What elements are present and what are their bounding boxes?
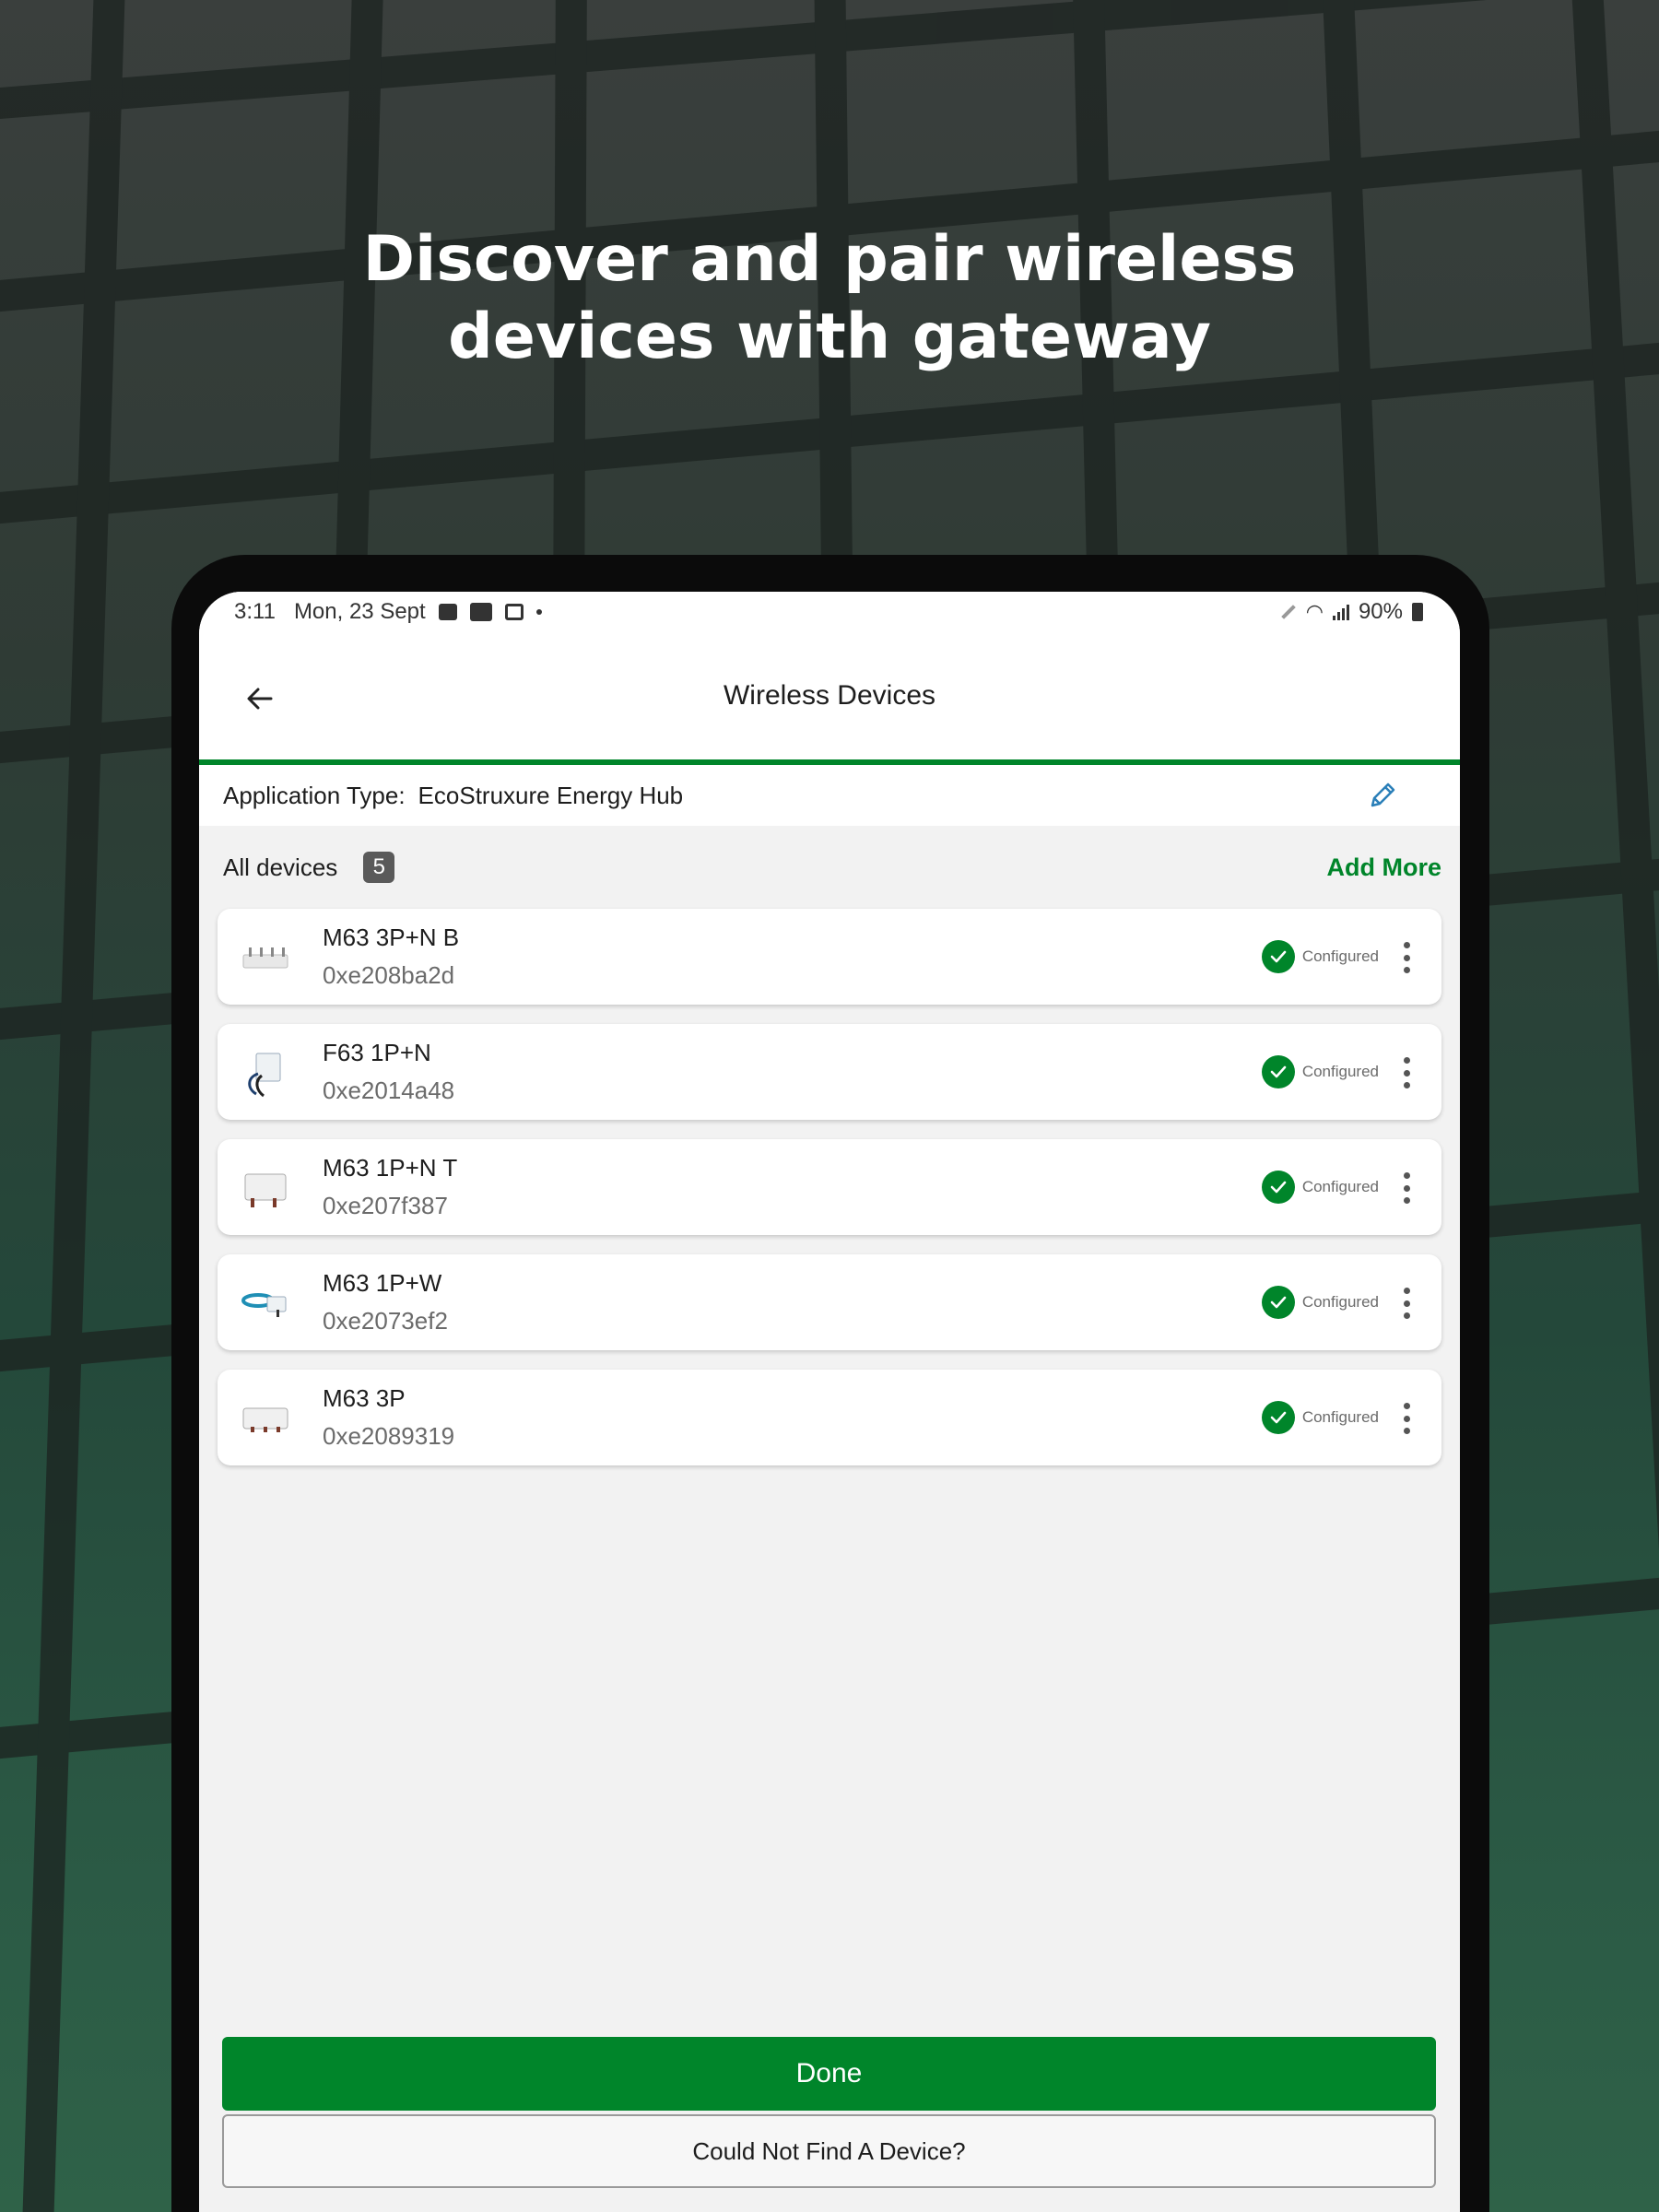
breaker-1pn-image [248, 1053, 281, 1098]
back-button[interactable] [234, 673, 286, 724]
more-options-icon[interactable] [1399, 1403, 1414, 1434]
device-address: 0xe2073ef2 [323, 1307, 448, 1335]
device-status: Configured [1261, 1286, 1379, 1319]
add-more-link[interactable]: Add More [1327, 853, 1442, 882]
application-type-row: Application Type: EcoStruxure Energy Hub [199, 765, 1460, 826]
arrow-left-icon [247, 688, 273, 710]
breaker-3p-image [242, 1407, 288, 1432]
device-name: M63 3P+N B [323, 924, 460, 951]
device-card[interactable]: M63 1P+N T 0xe207f387 Configured [218, 1139, 1441, 1235]
gallery-icon [438, 604, 457, 620]
device-status: Configured [1261, 1171, 1379, 1204]
device-address: 0xe2014a48 [323, 1077, 455, 1104]
devices-header: All devices 5 Add More [199, 826, 1460, 909]
application-type-value: EcoStruxure Energy Hub [418, 781, 684, 809]
more-options-icon[interactable] [1399, 1288, 1414, 1319]
device-count-badge: 5 [363, 852, 395, 883]
device-address: 0xe207f387 [323, 1192, 448, 1219]
headline-line-1: Discover and pair wireless [362, 223, 1297, 296]
status-time: 3:11 [234, 599, 276, 624]
wifi-icon: ◠ [1305, 600, 1324, 623]
breaker-1pw-image [241, 1293, 287, 1317]
device-status: Configured [1261, 1401, 1379, 1434]
device-name: M63 3P [323, 1384, 406, 1412]
status-date: Mon, 23 Sept [293, 599, 426, 624]
could-not-find-device-button[interactable]: Could Not Find A Device? [222, 2114, 1436, 2188]
app-screen: 3:11 Mon, 23 Sept ◠ 90% Wireless Devices… [199, 592, 1460, 2212]
more-options-icon[interactable] [1399, 1057, 1414, 1088]
status-label: Configured [1301, 1063, 1379, 1080]
headline-line-2: devices with gateway [448, 300, 1211, 373]
breaker-1pnt-image [244, 1173, 287, 1207]
check-circle-icon [1261, 1401, 1295, 1434]
device-card[interactable]: M63 3P 0xe2089319 Configured [218, 1370, 1441, 1465]
device-status: Configured [1261, 940, 1379, 973]
status-label: Configured [1301, 947, 1379, 965]
status-label: Configured [1301, 1408, 1379, 1426]
pen-icon [1280, 605, 1296, 619]
breaker-3p-image [242, 947, 288, 969]
check-circle-icon [1261, 940, 1295, 973]
status-bar: 3:11 Mon, 23 Sept ◠ 90% [199, 592, 1460, 632]
device-address: 0xe208ba2d [323, 961, 455, 989]
edit-application-type-button[interactable] [1364, 777, 1401, 814]
done-button[interactable]: Done [222, 2037, 1436, 2111]
more-notifications-icon [535, 609, 542, 615]
app-bar: Wireless Devices [199, 632, 1460, 765]
more-options-icon[interactable] [1399, 1172, 1414, 1204]
device-address: 0xe2089319 [323, 1422, 455, 1450]
application-type-label: Application Type: [223, 781, 406, 809]
check-circle-icon [1261, 1055, 1295, 1088]
promo-headline: Discover and pair wireless devices with … [0, 221, 1659, 376]
bottom-action-area: Done Could Not Find A Device? [199, 2009, 1460, 2212]
more-options-icon[interactable] [1399, 942, 1414, 973]
signal-icon [1332, 604, 1349, 620]
check-circle-icon [1261, 1171, 1295, 1204]
tools-icon [504, 604, 524, 620]
device-status: Configured [1261, 1055, 1379, 1088]
device-name: F63 1P+N [323, 1039, 431, 1066]
battery-icon [1412, 603, 1423, 621]
pencil-icon [1371, 782, 1395, 807]
page-title: Wireless Devices [723, 680, 936, 711]
check-circle-icon [1261, 1286, 1295, 1319]
device-card[interactable]: M63 1P+W 0xe2073ef2 Configured [218, 1254, 1441, 1350]
status-label: Configured [1301, 1178, 1379, 1195]
all-devices-label: All devices [223, 853, 338, 881]
video-icon [469, 603, 492, 621]
battery-percent: 90% [1358, 599, 1403, 624]
device-card[interactable]: M63 3P+N B 0xe208ba2d Configured [218, 909, 1441, 1005]
device-name: M63 1P+W [323, 1269, 442, 1297]
device-card[interactable]: F63 1P+N 0xe2014a48 Configured [218, 1024, 1441, 1120]
device-list: M63 3P+N B 0xe208ba2d Configured F63 1P+… [199, 909, 1460, 1465]
status-label: Configured [1301, 1293, 1379, 1311]
device-name: M63 1P+N T [323, 1154, 458, 1182]
